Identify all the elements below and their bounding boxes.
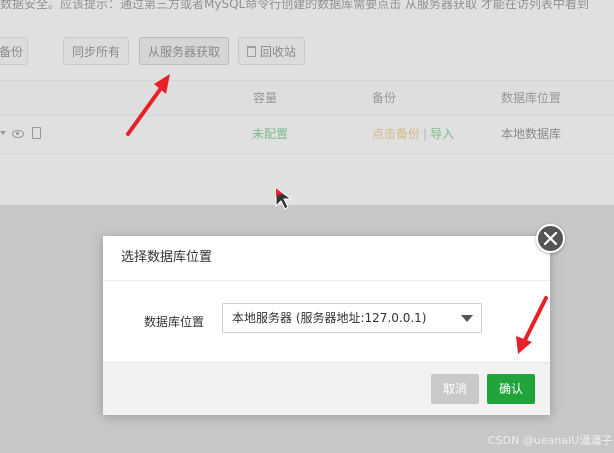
- confirm-button-label: 确认: [498, 382, 523, 396]
- confirm-button[interactable]: 确认: [487, 374, 535, 404]
- dialog-footer: 取消 确认: [103, 362, 550, 415]
- db-location-select-value: 本地服务器 (服务器地址:127.0.0.1): [232, 311, 427, 325]
- annotation-arrow-icon: [126, 74, 170, 136]
- mouse-cursor-icon: [275, 187, 293, 210]
- watermark: CSDN @ueanaIU瀟瀟子: [488, 434, 613, 447]
- chevron-down-icon: [461, 315, 473, 322]
- overlay-top-region: [0, 0, 614, 205]
- dialog-divider: [103, 280, 550, 281]
- close-icon: [544, 232, 557, 245]
- select-db-location-dialog: 选择数据库位置 数据库位置 本地服务器 (服务器地址:127.0.0.1) 取消…: [103, 236, 550, 415]
- dialog-close-button[interactable]: [536, 224, 565, 253]
- annotation-arrow-icon: [516, 296, 548, 354]
- cancel-button[interactable]: 取消: [431, 374, 479, 404]
- cancel-button-label: 取消: [442, 382, 467, 396]
- db-location-label: 数据库位置: [144, 315, 205, 329]
- db-location-select[interactable]: 本地服务器 (服务器地址:127.0.0.1): [222, 303, 482, 333]
- dialog-title: 选择数据库位置: [121, 250, 213, 265]
